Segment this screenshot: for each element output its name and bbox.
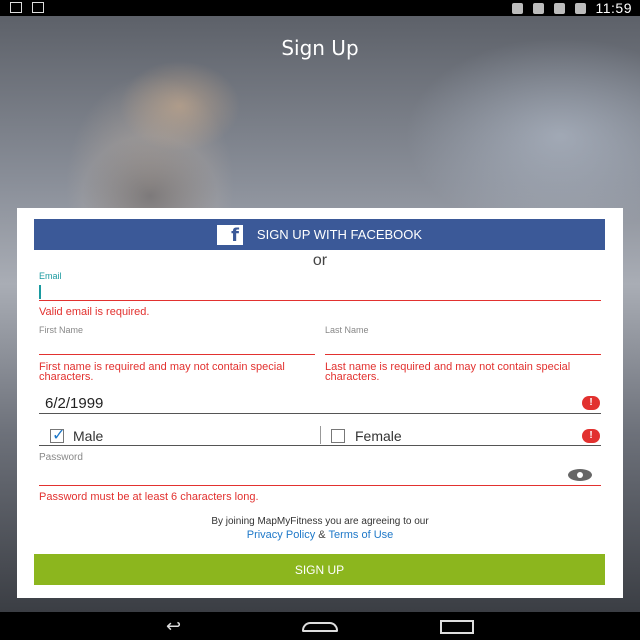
gender-alert-icon: ! xyxy=(582,429,600,443)
email-error: Valid email is required. xyxy=(39,306,150,318)
download-icon xyxy=(10,2,22,13)
first-name-label: First Name xyxy=(39,325,84,335)
facebook-icon: f xyxy=(216,224,243,245)
status-system: 11:59 xyxy=(511,0,633,16)
privacy-policy-link[interactable]: Privacy Policy xyxy=(247,529,315,541)
password-label: Password xyxy=(39,452,83,463)
checkmark-icon: ✓ xyxy=(52,427,66,444)
first-name-error: First name is required and may not conta… xyxy=(39,361,285,383)
password-error: Password must be at least 6 characters l… xyxy=(39,491,259,503)
bluetooth-icon xyxy=(511,2,523,14)
page-title: Sign Up xyxy=(281,36,359,60)
password-field[interactable] xyxy=(39,485,601,486)
text-cursor xyxy=(39,285,41,299)
home-icon[interactable] xyxy=(302,622,338,632)
mute-icon xyxy=(532,2,544,14)
last-name-label: Last Name xyxy=(325,325,369,335)
wifi-icon xyxy=(553,2,565,14)
navigation-bar: ↩ xyxy=(0,612,640,640)
terms-links: Privacy Policy & Terms of Use xyxy=(17,529,623,541)
birthdate-alert-icon: ! xyxy=(582,396,600,410)
facebook-signup-label: SIGN UP WITH FACEBOOK xyxy=(256,227,423,242)
status-bar: 11:59 xyxy=(0,0,640,16)
female-label: Female xyxy=(355,428,402,444)
recent-apps-icon[interactable] xyxy=(440,620,474,634)
first-name-field[interactable] xyxy=(39,354,315,355)
links-ampersand: & xyxy=(318,529,326,541)
male-checkbox[interactable]: ✓ xyxy=(50,427,65,444)
battery-icon xyxy=(574,2,586,14)
last-name-error: Last name is required and may not contai… xyxy=(325,361,571,383)
back-icon[interactable]: ↩ xyxy=(166,617,181,635)
gender-divider xyxy=(320,426,321,444)
signup-button[interactable]: SIGN UP xyxy=(34,554,605,585)
clock: 11:59 xyxy=(595,0,632,16)
show-password-icon[interactable] xyxy=(568,469,592,481)
birthdate-underline xyxy=(39,413,601,414)
last-name-field[interactable] xyxy=(325,354,601,355)
gender-underline xyxy=(39,445,601,446)
female-checkbox[interactable] xyxy=(331,429,345,443)
barcode-icon xyxy=(32,2,44,13)
status-notifications xyxy=(10,2,44,13)
birthdate-field[interactable]: 6/2/1999 xyxy=(45,395,103,412)
terms-text: By joining MapMyFitness you are agreeing… xyxy=(211,516,429,527)
or-divider: or xyxy=(312,252,328,269)
signup-form-card: f SIGN UP WITH FACEBOOK or Email Valid e… xyxy=(17,208,623,598)
terms-of-use-link[interactable]: Terms of Use xyxy=(328,529,393,541)
email-label: Email xyxy=(39,271,62,281)
email-field[interactable] xyxy=(39,282,601,301)
facebook-signup-button[interactable]: f SIGN UP WITH FACEBOOK xyxy=(34,219,605,250)
male-label: Male xyxy=(73,428,104,444)
